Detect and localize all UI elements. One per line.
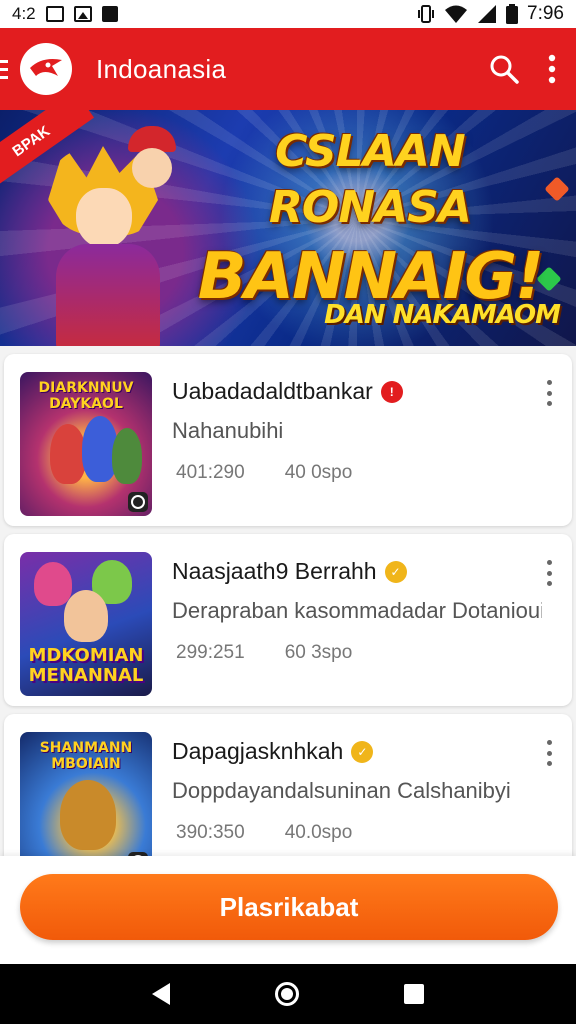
system-nav-bar xyxy=(0,964,576,1024)
secondary-character xyxy=(122,122,182,212)
app-title: Indoanasia xyxy=(96,53,227,84)
item-thumbnail[interactable]: MDKOMIAN MENANNAL xyxy=(20,552,152,696)
status-left-text: 4:2 xyxy=(12,4,36,23)
more-vert-icon[interactable] xyxy=(548,54,556,84)
status-time: 7:96 xyxy=(527,3,564,24)
item-more-icon[interactable] xyxy=(544,740,554,766)
thumbnail-label: SHANMANN MBOIAIN xyxy=(39,740,133,772)
app-bar: Indoanasia xyxy=(0,28,576,110)
banner-title-line1: CSLAAN RONASA xyxy=(269,126,472,233)
banner-title: CSLAAN RONASA BANNAIG! xyxy=(175,124,565,318)
list-item[interactable]: MDKOMIAN MENANNAL Naasjaath9 Berrahh ✓ D… xyxy=(4,534,572,706)
verified-badge-icon: ✓ xyxy=(351,740,374,763)
primary-action-button[interactable]: Plasrikabat xyxy=(20,874,558,940)
item-more-icon[interactable] xyxy=(544,560,554,586)
play-badge-icon xyxy=(128,492,148,512)
item-subtitle: Doppdayandalsuninan Calshanibyi xyxy=(172,778,511,803)
wifi-icon xyxy=(445,5,468,23)
item-meta: 390:350 40.0spo xyxy=(176,822,352,844)
menu-icon[interactable] xyxy=(0,59,10,79)
item-title: Naasjaath9 Berrahh xyxy=(172,558,377,584)
content-list[interactable]: DIARKNNUV DAYKAOL Uabadadaldtbankar ! Na… xyxy=(0,346,576,856)
list-item[interactable]: DIARKNNUV DAYKAOL Uabadadaldtbankar ! Na… xyxy=(4,354,572,526)
item-more-icon[interactable] xyxy=(544,380,554,406)
item-meta-right: 40.0spo xyxy=(284,822,353,843)
notification-badge-icon: ! xyxy=(380,380,403,403)
back-icon[interactable] xyxy=(152,983,171,1005)
item-thumbnail[interactable]: SHANMANN MBOIAIN xyxy=(20,732,152,856)
item-meta-right: 40 0spo xyxy=(284,462,353,483)
image-icon xyxy=(73,6,92,22)
item-title: Uabadadaldtbankar xyxy=(172,378,373,404)
item-meta-left: 401:290 xyxy=(176,462,245,483)
vibrate-icon xyxy=(418,5,435,23)
item-title: Dapagjasknhkah xyxy=(172,738,344,764)
list-item[interactable]: SHANMANN MBOIAIN Dapagjasknhkah ✓ Doppda… xyxy=(4,714,572,856)
item-meta-left: 390:350 xyxy=(176,822,245,843)
item-meta-left: 299:251 xyxy=(176,642,245,663)
signal-icon xyxy=(478,5,497,23)
app-logo-icon xyxy=(20,43,72,95)
item-meta: 401:290 40 0spo xyxy=(176,462,352,484)
shopping-bag-icon xyxy=(101,6,118,22)
search-icon[interactable] xyxy=(488,53,520,85)
thumbnail-label: MDKOMIAN MENANNAL xyxy=(28,645,144,686)
banner-subtitle: DAN NAKAMAOM xyxy=(324,300,561,330)
item-thumbnail[interactable]: DIARKNNUV DAYKAOL xyxy=(20,372,152,516)
item-meta: 299:251 60 3spo xyxy=(176,642,352,664)
item-subtitle: Derapraban kasommadadar Dotanioui xyxy=(172,598,542,623)
status-bar: 4:2 7:96 xyxy=(0,0,576,28)
verified-badge-icon: ✓ xyxy=(384,560,407,583)
item-meta-right: 60 3spo xyxy=(284,642,353,663)
gallery-icon xyxy=(45,6,64,22)
home-icon[interactable] xyxy=(274,982,299,1006)
thumbnail-label: DIARKNNUV DAYKAOL xyxy=(38,380,134,412)
recents-icon[interactable] xyxy=(403,984,424,1004)
promo-banner[interactable]: BPAK CSLAAN RONASA BANNAIG! DAN NAKAMAOM xyxy=(0,110,576,346)
bottom-action-area: Plasrikabat xyxy=(0,856,576,964)
battery-icon xyxy=(506,4,519,24)
item-subtitle: Nahanubihi xyxy=(172,418,284,443)
